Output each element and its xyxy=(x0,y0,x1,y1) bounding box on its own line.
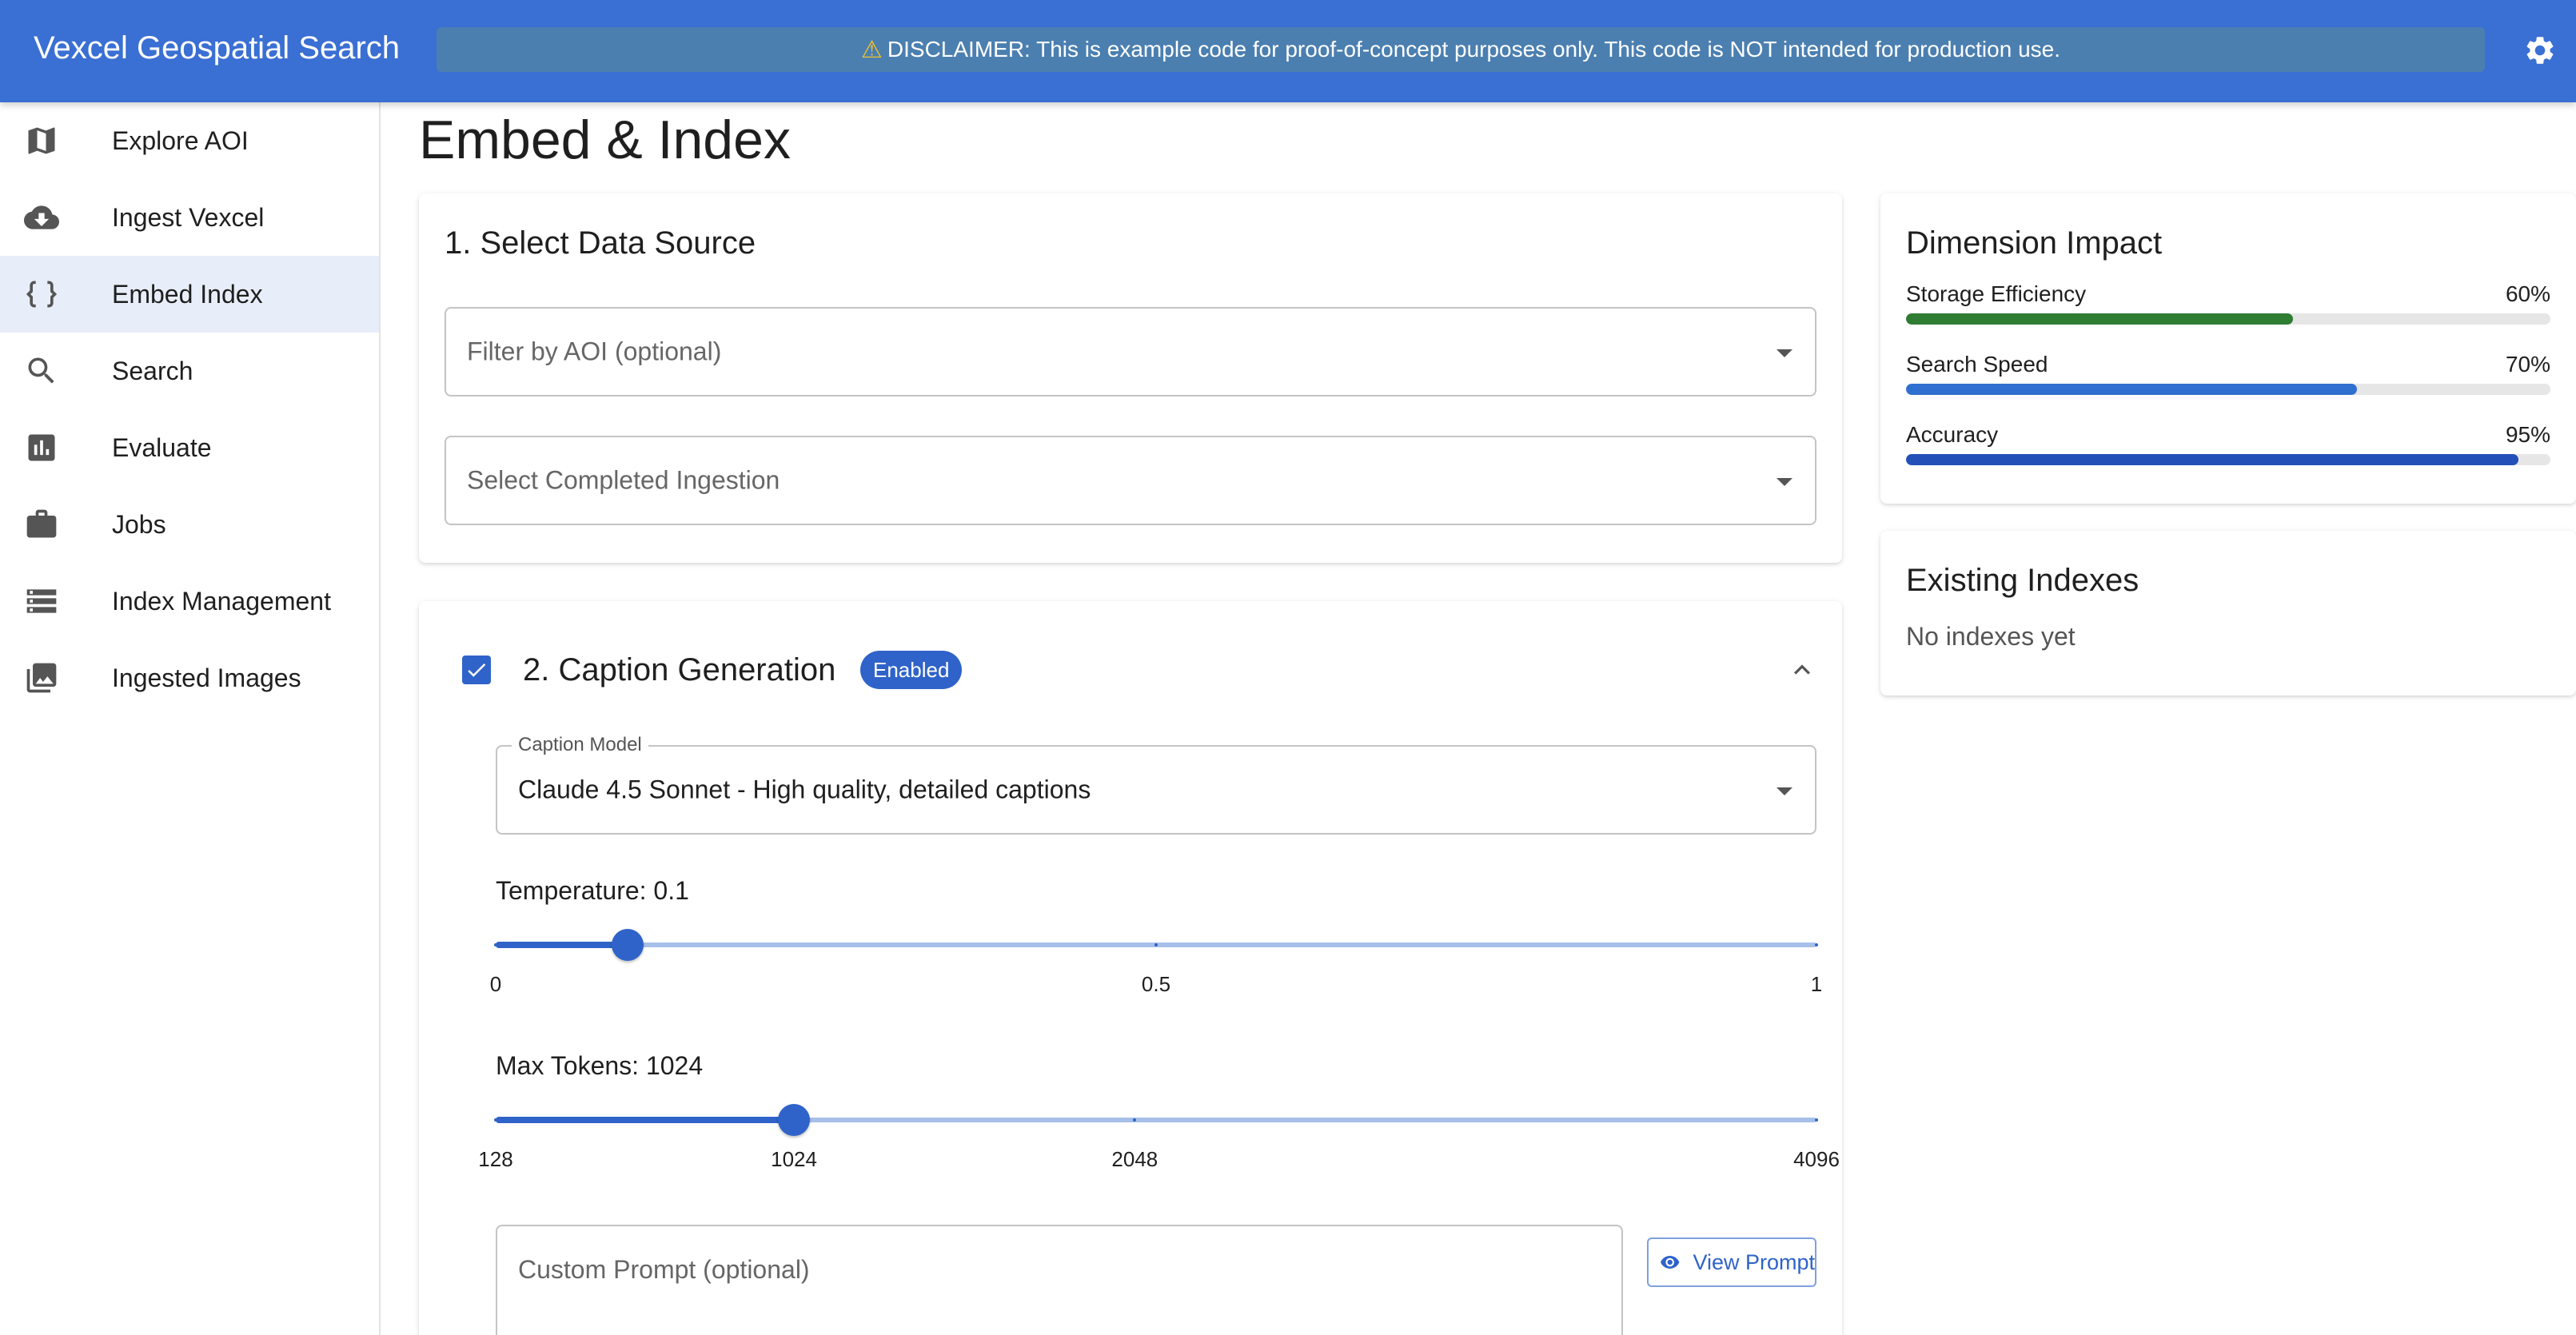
max-tokens-label: Max Tokens: 1024 xyxy=(496,1051,704,1080)
collapse-button[interactable] xyxy=(1784,652,1820,687)
slider-mark-label: 0 xyxy=(489,972,502,996)
caption-model-value: Claude 4.5 Sonnet - High quality, detail… xyxy=(518,775,1091,804)
cloud-download-icon xyxy=(24,200,59,235)
settings-button[interactable] xyxy=(2520,30,2560,70)
aoi-filter-select[interactable]: Filter by AOI (optional) xyxy=(445,307,1816,397)
disclaimer-text: DISCLAIMER: This is example code for pro… xyxy=(887,37,2060,62)
slider-thumb[interactable] xyxy=(778,1104,811,1136)
ingestion-placeholder: Select Completed Ingestion xyxy=(467,465,780,495)
slider-thumb[interactable] xyxy=(612,929,644,961)
chevron-up-icon xyxy=(1794,664,1810,675)
metric-value: 70% xyxy=(2505,352,2550,377)
chevron-down-icon xyxy=(1776,478,1792,486)
dimension-impact-title: Dimension Impact xyxy=(1906,225,2163,261)
custom-prompt-textarea[interactable]: Custom Prompt (optional) xyxy=(496,1225,1623,1335)
slider-track xyxy=(496,1117,795,1123)
sidebar-item-label: Ingested Images xyxy=(112,663,301,692)
sidebar-item-ingest-vexcel[interactable]: Ingest Vexcel xyxy=(0,179,379,256)
warning-icon: ⚠ xyxy=(861,36,883,63)
search-icon xyxy=(24,353,59,389)
caption-enabled-checkbox[interactable] xyxy=(462,656,491,684)
page-title: Embed & Index xyxy=(419,110,791,170)
bar-chart-icon xyxy=(24,430,59,465)
braces-icon xyxy=(24,277,59,312)
progress-bar-fill xyxy=(1906,313,2293,325)
temperature-marks: 0 0.5 1 xyxy=(490,972,1822,1001)
caption-model-select[interactable]: Caption Model Claude 4.5 Sonnet - High q… xyxy=(496,734,1816,835)
caption-generation-card: 2. Caption Generation Enabled Caption Mo… xyxy=(419,601,1842,1335)
sidebar-nav: Explore AOI Ingest Vexcel Embed Index Se… xyxy=(0,102,381,1335)
progress-bar xyxy=(1906,454,2550,465)
caption-generation-title: 2. Caption Generation xyxy=(523,652,836,687)
sidebar-item-evaluate[interactable]: Evaluate xyxy=(0,409,379,486)
slider-tick xyxy=(494,1118,497,1122)
sidebar-item-label: Embed Index xyxy=(112,279,263,309)
slider-tick xyxy=(1154,943,1158,946)
slider-mark-label: 1 xyxy=(1810,972,1823,996)
sidebar-item-label: Index Management xyxy=(112,586,331,616)
max-tokens-slider[interactable] xyxy=(494,1104,1818,1136)
slider-mark-label: 4096 xyxy=(1793,1147,1840,1171)
data-source-card: 1. Select Data Source Filter by AOI (opt… xyxy=(419,193,1842,563)
slider-tick xyxy=(1815,1118,1818,1122)
metric-label: Search Speed xyxy=(1906,352,2048,377)
storage-icon xyxy=(24,584,59,619)
existing-indexes-title: Existing Indexes xyxy=(1906,563,2139,598)
sidebar-item-ingested-images[interactable]: Ingested Images xyxy=(0,640,379,716)
aoi-filter-placeholder: Filter by AOI (optional) xyxy=(467,337,722,366)
slider-mark-label: 1024 xyxy=(771,1147,817,1171)
temperature-slider[interactable] xyxy=(494,929,1818,961)
progress-bar xyxy=(1906,313,2550,325)
sidebar-item-index-management[interactable]: Index Management xyxy=(0,563,379,640)
metric-value: 60% xyxy=(2505,281,2550,306)
view-prompt-label: View Prompt xyxy=(1693,1249,1815,1274)
disclaimer-banner: ⚠ DISCLAIMER: This is example code for p… xyxy=(437,27,2485,72)
data-source-title: 1. Select Data Source xyxy=(445,225,756,261)
sidebar-item-jobs[interactable]: Jobs xyxy=(0,486,379,563)
dimension-impact-card: Dimension Impact Storage Efficiency 60% Se… xyxy=(1880,193,2576,504)
caption-model-label: Caption Model xyxy=(512,734,648,756)
sidebar-item-label: Jobs xyxy=(112,509,166,539)
max-tokens-marks: 128 1024 2048 4096 xyxy=(478,1147,1840,1176)
slider-mark-label: 128 xyxy=(478,1147,513,1171)
chevron-down-icon xyxy=(1776,349,1792,357)
status-badge: Enabled xyxy=(860,651,963,689)
view-prompt-button[interactable]: View Prompt xyxy=(1647,1237,1816,1287)
sidebar-item-label: Explore AOI xyxy=(112,126,249,155)
custom-prompt-placeholder: Custom Prompt (optional) xyxy=(518,1255,810,1284)
ingestion-select[interactable]: Select Completed Ingestion xyxy=(445,436,1816,525)
metric-label: Accuracy xyxy=(1906,422,1999,447)
temperature-label: Temperature: 0.1 xyxy=(496,876,689,905)
sidebar-item-embed-index[interactable]: Embed Index xyxy=(0,256,379,333)
slider-track xyxy=(496,942,628,948)
checkmark-icon xyxy=(468,663,486,677)
briefcase-icon xyxy=(24,507,59,542)
slider-tick xyxy=(494,943,497,946)
existing-indexes-card: Existing Indexes No indexes yet xyxy=(1880,531,2576,695)
slider-mark-label: 2048 xyxy=(1111,1147,1158,1171)
slider-tick xyxy=(1815,943,1818,946)
chevron-down-icon xyxy=(1776,787,1792,795)
eye-icon xyxy=(1661,1256,1680,1269)
app-bar: Vexcel Geospatial Search ⚠ DISCLAIMER: T… xyxy=(0,0,2576,102)
progress-bar xyxy=(1906,384,2550,395)
gear-icon xyxy=(2526,37,2554,64)
sidebar-item-label: Search xyxy=(112,356,193,385)
progress-bar-fill xyxy=(1906,454,2518,465)
sidebar-item-explore-aoi[interactable]: Explore AOI xyxy=(0,102,379,179)
metric-value: 95% xyxy=(2505,422,2550,447)
metric-label: Storage Efficiency xyxy=(1906,281,2087,306)
app-title: Vexcel Geospatial Search xyxy=(34,30,401,66)
progress-bar-fill xyxy=(1906,384,2358,395)
sidebar-item-label: Ingest Vexcel xyxy=(112,202,265,232)
map-icon xyxy=(24,123,59,158)
empty-state-text: No indexes yet xyxy=(1906,622,2076,651)
image-library-icon xyxy=(24,660,59,695)
slider-mark-label: 0.5 xyxy=(1141,972,1171,996)
sidebar-item-label: Evaluate xyxy=(112,432,212,462)
sidebar-item-search[interactable]: Search xyxy=(0,333,379,409)
